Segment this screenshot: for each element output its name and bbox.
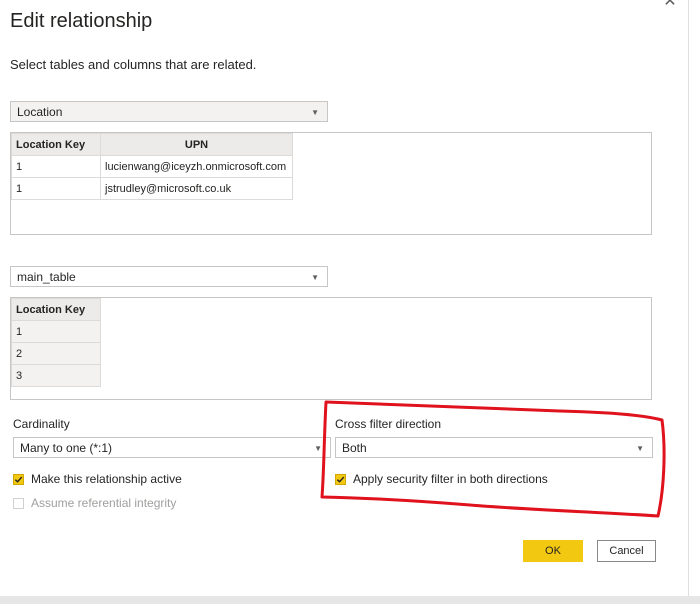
cardinality-label: Cardinality <box>13 417 70 431</box>
security-label: Apply security filter in both directions <box>353 472 548 486</box>
table2-cell: 1 <box>11 320 101 343</box>
dialog-subtitle: Select tables and columns that are relat… <box>10 57 257 72</box>
table1-cell: jstrudley@microsoft.co.uk <box>100 177 293 200</box>
table1-select-value: Location <box>17 105 63 119</box>
table1-select[interactable]: Location ▼ <box>10 101 328 122</box>
dialog-title: Edit relationship <box>10 10 153 32</box>
active-label: Make this relationship active <box>31 472 182 486</box>
integrity-checkbox <box>13 497 24 509</box>
active-option[interactable]: Make this relationship active <box>13 472 182 486</box>
checkmark-icon <box>336 476 345 483</box>
table1-grid: Location Key UPN 1 lucienwang@iceyzh.onm… <box>11 133 293 200</box>
cross-filter-label: Cross filter direction <box>335 417 442 431</box>
cancel-button[interactable]: Cancel <box>597 540 656 562</box>
table1-cell: lucienwang@iceyzh.onmicrosoft.com <box>100 155 293 178</box>
cardinality-select[interactable]: Many to one (*:1) ▼ <box>13 437 331 458</box>
table1-preview: Location Key UPN 1 lucienwang@iceyzh.onm… <box>10 132 652 235</box>
table-row: 2 <box>11 342 101 365</box>
table2-col-location-key[interactable]: Location Key <box>11 298 101 321</box>
table2-grid: Location Key 1 2 3 <box>11 298 101 387</box>
table-row: 1 jstrudley@microsoft.co.uk <box>11 177 293 200</box>
cross-filter-value: Both <box>342 441 367 455</box>
table-row: 1 lucienwang@iceyzh.onmicrosoft.com <box>11 155 293 178</box>
ok-button[interactable]: OK <box>523 540 583 562</box>
checkmark-icon <box>14 476 23 483</box>
table1-cell: 1 <box>11 155 101 178</box>
cross-filter-select[interactable]: Both ▼ <box>335 437 653 458</box>
cardinality-value: Many to one (*:1) <box>20 441 113 455</box>
window-bottom-edge <box>0 596 700 604</box>
close-icon[interactable]: ✕ <box>660 0 680 12</box>
table1-cell: 1 <box>11 177 101 200</box>
table2-cell: 3 <box>11 364 101 387</box>
table1-col-upn[interactable]: UPN <box>100 133 293 156</box>
active-checkbox[interactable] <box>13 473 24 485</box>
security-option[interactable]: Apply security filter in both directions <box>335 472 548 486</box>
table1-col-location-key[interactable]: Location Key <box>11 133 101 156</box>
chevron-down-icon: ▼ <box>311 273 319 282</box>
table-row: 1 <box>11 320 101 343</box>
edit-relationship-dialog: ✕ Edit relationship Select tables and co… <box>0 0 689 596</box>
integrity-label: Assume referential integrity <box>31 496 177 510</box>
table2-select[interactable]: main_table ▼ <box>10 266 328 287</box>
integrity-option: Assume referential integrity <box>13 496 176 510</box>
table2-preview: Location Key 1 2 3 <box>10 297 652 400</box>
table2-cell: 2 <box>11 342 101 365</box>
chevron-down-icon: ▼ <box>311 108 319 117</box>
security-checkbox[interactable] <box>335 473 346 485</box>
chevron-down-icon: ▼ <box>314 444 322 453</box>
table-row: 3 <box>11 364 101 387</box>
table2-select-value: main_table <box>17 270 76 284</box>
chevron-down-icon: ▼ <box>636 444 644 453</box>
